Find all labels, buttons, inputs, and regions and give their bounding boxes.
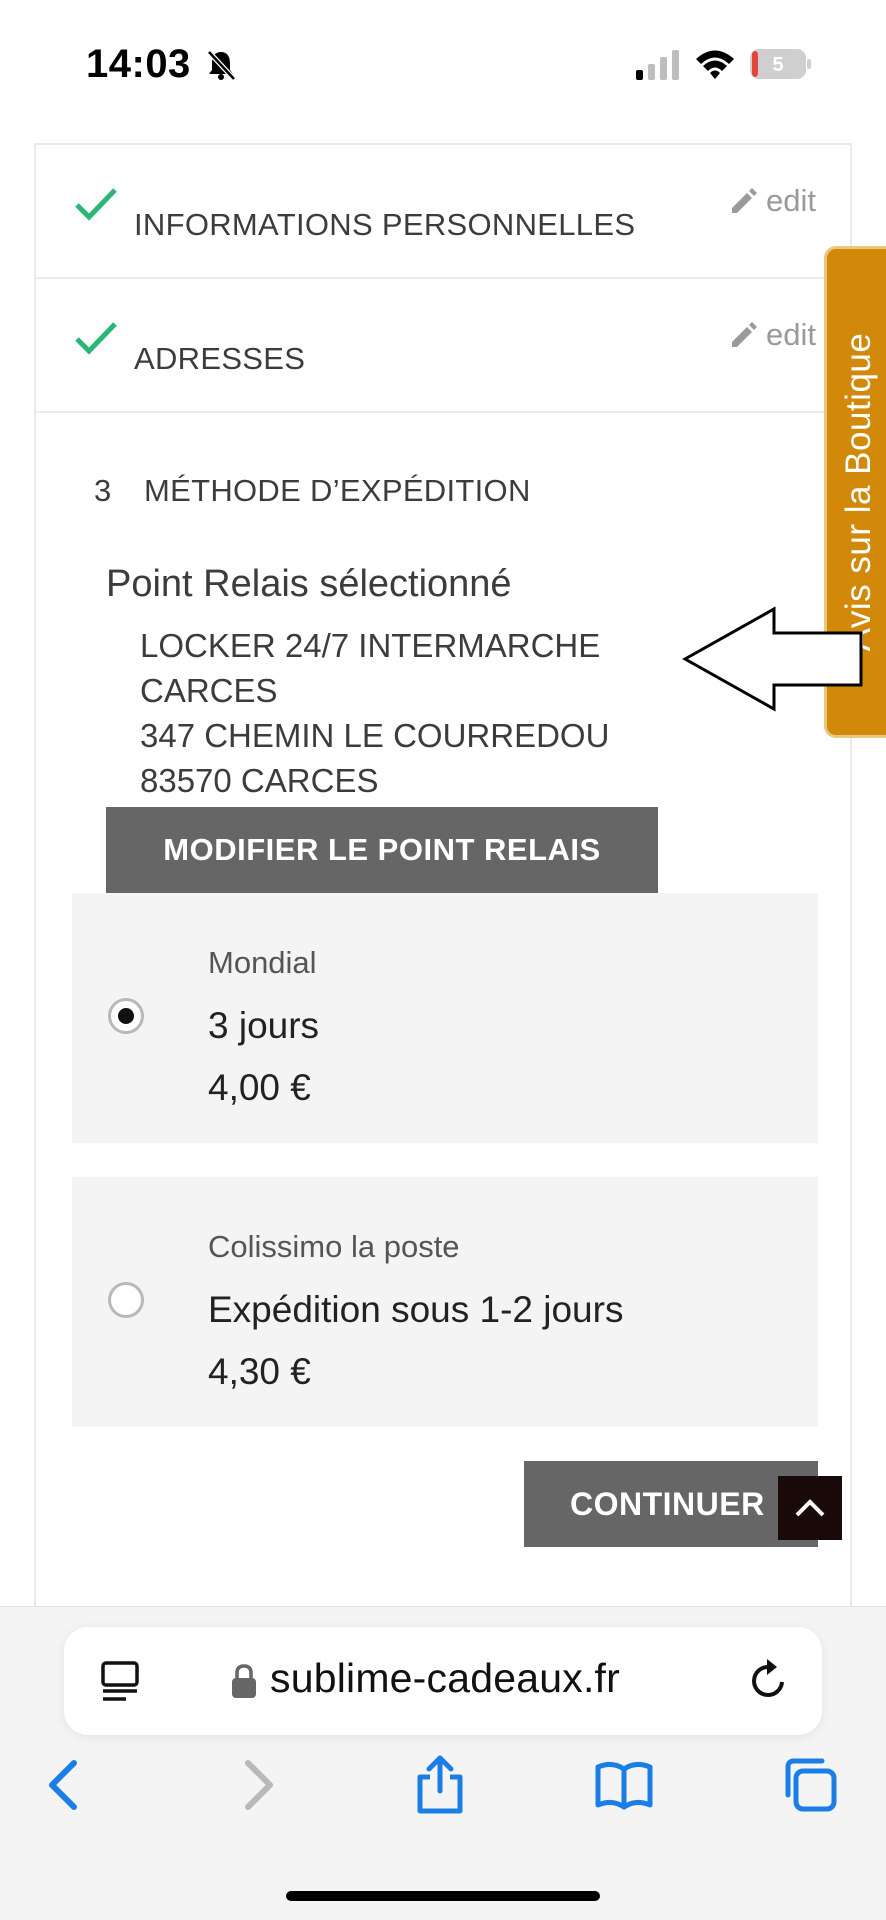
forward-icon[interactable] [226,1755,286,1815]
carrier-price: 4,00 € [208,1067,311,1108]
pencil-icon [732,188,758,213]
address-bar[interactable]: sublime-cadeaux.fr [64,1627,822,1735]
bookmarks-icon[interactable] [594,1755,654,1815]
relay-address-line: CARCES [140,672,278,709]
edit-button[interactable]: edit [728,183,816,219]
step-title: INFORMATIONS PERSONNELLES [134,207,636,242]
carrier-delay: Expédition sous 1-2 jours [208,1289,624,1330]
reload-icon[interactable] [746,1657,792,1703]
battery-level: 5 [772,54,783,76]
carrier-name: Colissimo la poste [208,1229,460,1264]
relay-address-line: 347 CHEMIN LE COURREDOU [140,717,610,754]
lock-icon [232,1664,256,1698]
pencil-icon [732,322,758,347]
back-icon[interactable] [36,1755,96,1815]
relay-address: LOCKER 24/7 INTERMARCHE CARCES 347 CHEMI… [140,623,609,803]
step-addresses[interactable]: ADRESSES edit [36,279,850,413]
relay-address-line: 83570 CARCES [140,762,379,799]
check-icon [75,322,117,355]
scroll-to-top-button[interactable] [778,1476,842,1540]
carrier-radio[interactable] [108,1282,144,1318]
edit-button[interactable]: edit [728,317,816,353]
annotation-arrow-icon [682,606,863,712]
share-icon[interactable] [410,1755,470,1815]
chevron-up-icon [795,1499,825,1517]
relay-heading: Point Relais sélectionné [106,563,512,605]
step-title: ADRESSES [134,341,306,376]
edit-label: edit [766,183,816,218]
tabs-icon[interactable] [780,1755,840,1815]
edit-label: edit [766,317,816,352]
reader-view-icon[interactable] [98,1659,142,1703]
home-indicator [286,1891,600,1901]
step-number: 3 [94,473,112,508]
carrier-radio-selected[interactable] [108,998,144,1034]
relay-address-line: LOCKER 24/7 INTERMARCHE [140,627,601,664]
wifi-icon [696,50,734,79]
status-time: 14:03 [86,42,191,86]
step-personal-info[interactable]: INFORMATIONS PERSONNELLES edit [36,145,850,279]
carrier-delay: 3 jours [208,1005,320,1046]
carrier-name: Mondial [208,945,317,980]
modify-relay-button[interactable]: MODIFIER LE POINT RELAIS [106,807,658,893]
store-reviews-label: Avis sur la Boutique [839,332,878,652]
continue-button[interactable]: CONTINUER [524,1461,818,1547]
step-title-shipping: MÉTHODE D’EXPÉDITION [144,473,531,508]
status-bar: 14:03 5 [0,0,886,130]
cellular-signal-icon [636,50,679,80]
checkout-panel: INFORMATIONS PERSONNELLES edit ADRESSES … [34,143,852,1613]
browser-toolbar: sublime-cadeaux.fr [0,1606,886,1920]
url-domain: sublime-cadeaux.fr [270,1655,620,1701]
carrier-price: 4,30 € [208,1351,311,1392]
bell-muted-icon [207,50,236,81]
carrier-option-mondial[interactable]: Mondial 3 jours 4,00 € [72,893,818,1143]
check-icon [75,188,117,221]
battery-icon: 5 [750,49,811,79]
carrier-option-colissimo[interactable]: Colissimo la poste Expédition sous 1-2 j… [72,1177,818,1427]
